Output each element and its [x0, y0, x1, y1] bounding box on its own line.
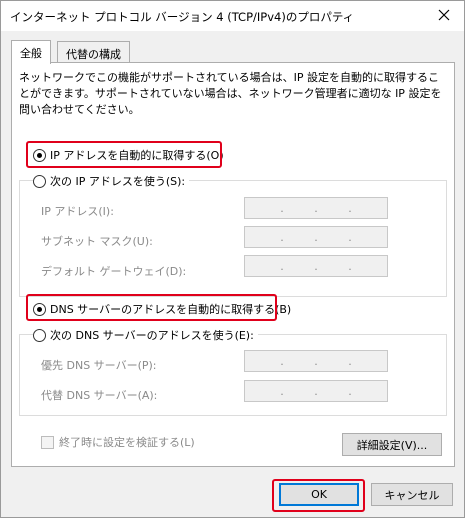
radio-selected-icon — [33, 148, 46, 162]
advanced-button[interactable]: 詳細設定(V)... — [342, 433, 442, 456]
validate-on-exit-label: 終了時に設定を検証する(L) — [59, 436, 195, 449]
alternate-dns-input[interactable]: ... — [244, 380, 388, 402]
title-bar: インターネット プロトコル バージョン 4 (TCP/IPv4)のプロパティ — [1, 1, 464, 31]
ip-auto-label: IP アドレスを自動的に取得する(O) — [50, 149, 224, 162]
default-gateway-label: デフォルト ゲートウェイ(D): — [41, 265, 187, 278]
radio-selected-icon — [33, 302, 46, 316]
window-title: インターネット プロトコル バージョン 4 (TCP/IPv4)のプロパティ — [10, 10, 355, 24]
close-icon — [438, 9, 450, 21]
general-panel: ネットワークでこの機能がサポートされている場合は、IP 設定を自動的に取得するこ… — [11, 62, 455, 467]
tab-general[interactable]: 全般 — [11, 40, 51, 64]
alternate-dns-label: 代替 DNS サーバー(A): — [41, 389, 158, 402]
cancel-button[interactable]: キャンセル — [371, 483, 453, 506]
ip-auto-radio[interactable]: IP アドレスを自動的に取得する(O) — [33, 147, 228, 163]
subnet-mask-input[interactable]: ... — [244, 226, 388, 248]
dns-auto-radio[interactable]: DNS サーバーのアドレスを自動的に取得する(B) — [33, 301, 296, 317]
properties-window: インターネット プロトコル バージョン 4 (TCP/IPv4)のプロパティ 全… — [0, 0, 465, 518]
radio-empty-icon — [33, 328, 46, 342]
dns-group-box — [19, 334, 447, 416]
ip-address-input[interactable]: ... — [244, 197, 388, 219]
ok-button[interactable]: OK — [279, 483, 359, 506]
preferred-dns-label: 優先 DNS サーバー(P): — [41, 359, 157, 372]
validate-on-exit-checkbox[interactable]: 終了時に設定を検証する(L) — [41, 434, 195, 450]
dns-manual-label: 次の DNS サーバーのアドレスを使う(E): — [50, 329, 254, 342]
preferred-dns-input[interactable]: ... — [244, 350, 388, 372]
description-text: ネットワークでこの機能がサポートされている場合は、IP 設定を自動的に取得するこ… — [19, 71, 442, 116]
ip-manual-label: 次の IP アドレスを使う(S): — [50, 175, 186, 188]
ip-address-label: IP アドレス(I): — [41, 205, 114, 218]
checkbox-icon — [41, 435, 54, 449]
ip-manual-radio[interactable]: 次の IP アドレスを使う(S): — [33, 173, 190, 189]
dns-manual-radio[interactable]: 次の DNS サーバーのアドレスを使う(E): — [33, 327, 258, 343]
subnet-mask-label: サブネット マスク(U): — [41, 235, 153, 248]
dns-auto-label: DNS サーバーのアドレスを自動的に取得する(B) — [50, 303, 292, 316]
close-button[interactable] — [430, 3, 458, 27]
default-gateway-input[interactable]: ... — [244, 255, 388, 277]
radio-empty-icon — [33, 174, 46, 188]
tab-alternate-config[interactable]: 代替の構成 — [57, 41, 130, 63]
